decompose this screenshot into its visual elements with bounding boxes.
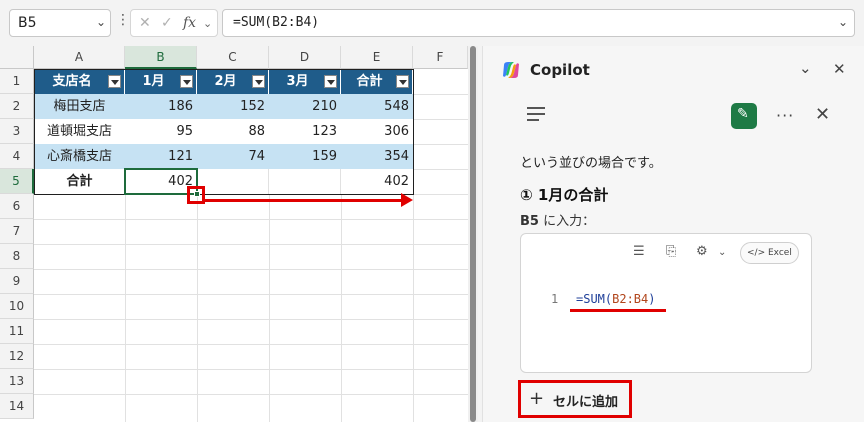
name-box-value: B5 (18, 15, 37, 31)
row-header-2[interactable]: 2 (0, 94, 34, 119)
line-number: 1 (551, 292, 559, 306)
column-header-b[interactable]: B (125, 46, 197, 69)
input-instruction: B5 に入力： (520, 210, 595, 229)
row-header-10[interactable]: 10 (0, 294, 34, 319)
gridline (34, 219, 468, 220)
add-to-cell-button[interactable]: + セルに追加 (518, 380, 632, 418)
gridline (34, 319, 468, 320)
enter-check-icon[interactable]: ✓ (161, 15, 173, 31)
column-header-e[interactable]: E (341, 46, 413, 69)
menu-icon[interactable] (527, 107, 545, 125)
plus-icon: + (529, 388, 545, 409)
row-header-13[interactable]: 13 (0, 369, 34, 394)
copilot-pane: Copilot ⌄ ✕ ✎ ··· ✕ という並びの場合です。 ① 1月の合計 … (482, 46, 864, 422)
code-func: =SUM( (576, 292, 613, 306)
copilot-message: という並びの場合です。 (520, 156, 662, 171)
close-pane-icon[interactable]: ✕ (833, 60, 846, 78)
code-block: ☰ ⎘ ⚙ ⌄ </> Excel 1 =SUM(B2:B4) (520, 233, 812, 373)
cell-ref: B5 (520, 214, 539, 229)
step-heading: ① 1月の合計 (520, 186, 609, 204)
column-header-d[interactable]: D (269, 46, 341, 69)
formula-bar-area: B5 ⌄ ⋮ ✕ ✓ fx ⌄ =SUM(B2:B4) ⌄ (0, 0, 864, 46)
column-header-f[interactable]: F (413, 46, 468, 69)
row-header-14[interactable]: 14 (0, 394, 34, 419)
cancel-icon[interactable]: ✕ (139, 15, 151, 31)
row-header-8[interactable]: 8 (0, 244, 34, 269)
close-icon[interactable]: ✕ (815, 104, 830, 125)
row-header-12[interactable]: 12 (0, 344, 34, 369)
settings-sliders-icon[interactable]: ⚙ (696, 244, 708, 259)
more-options-icon[interactable]: ··· (776, 106, 794, 125)
name-box[interactable]: B5 ⌄ (9, 9, 111, 37)
code-formula: =SUM(B2:B4) (576, 292, 655, 306)
column-header-a[interactable]: A (34, 46, 125, 69)
formula-input[interactable]: =SUM(B2:B4) ⌄ (222, 9, 855, 37)
row-header-6[interactable]: 6 (0, 194, 34, 219)
copilot-logo-icon (503, 62, 519, 78)
annotation-highlight-box (187, 186, 205, 204)
row-header-7[interactable]: 7 (0, 219, 34, 244)
gridline (34, 244, 468, 245)
copilot-title: Copilot (530, 61, 590, 79)
excel-badge[interactable]: </> Excel (740, 242, 799, 264)
formula-text: =SUM(B2:B4) (233, 15, 320, 30)
add-to-cell-label: セルに追加 (553, 395, 619, 410)
row-header-4[interactable]: 4 (0, 144, 34, 169)
compose-icon: ✎ (737, 106, 749, 122)
new-chat-button[interactable]: ✎ (731, 103, 757, 129)
gridline (34, 344, 468, 345)
row-header-3[interactable]: 3 (0, 119, 34, 144)
instruction-text: に入力： (538, 214, 596, 229)
expand-formula-icon[interactable]: ⌄ (838, 15, 848, 29)
table-border (34, 69, 414, 195)
row-header-1[interactable]: 1 (0, 69, 34, 94)
gridline (34, 269, 468, 270)
row-header-11[interactable]: 11 (0, 319, 34, 344)
insert-function-icon[interactable]: fx (183, 15, 196, 31)
formula-actions: ✕ ✓ fx ⌄ (130, 9, 218, 37)
gridline (34, 369, 468, 370)
row-header-9[interactable]: 9 (0, 269, 34, 294)
excel-label: Excel (768, 248, 792, 258)
chevron-down-icon[interactable]: ⌄ (203, 17, 212, 30)
annotation-arrow-line (204, 199, 402, 202)
select-all-corner[interactable] (0, 46, 34, 69)
code-icon: </> (747, 248, 766, 258)
gridline (34, 394, 468, 395)
annotation-underline (570, 309, 666, 312)
spreadsheet-grid[interactable]: A B C D E F 1 2 3 4 5 6 7 8 9 10 11 12 1… (0, 46, 468, 422)
more-vertical-icon[interactable]: ⋮ (116, 12, 130, 28)
chevron-down-icon[interactable]: ⌄ (799, 59, 812, 77)
code-arg: B2:B4 (612, 292, 649, 306)
explain-icon[interactable]: ☰ (633, 244, 645, 259)
copy-icon[interactable]: ⎘ (666, 244, 676, 259)
code-close: ) (648, 292, 656, 306)
scrollbar-thumb[interactable] (470, 46, 476, 422)
chevron-down-icon[interactable]: ⌄ (718, 247, 726, 258)
chevron-down-icon[interactable]: ⌄ (96, 15, 106, 29)
column-header-c[interactable]: C (197, 46, 269, 69)
annotation-arrow-head (401, 193, 413, 207)
vertical-scrollbar[interactable] (468, 46, 478, 422)
row-header-5[interactable]: 5 (0, 169, 34, 194)
gridline (34, 294, 468, 295)
